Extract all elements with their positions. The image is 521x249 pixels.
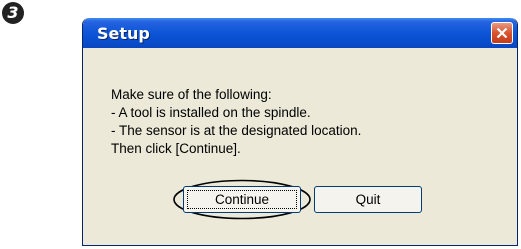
quit-button[interactable]: Quit bbox=[314, 186, 422, 213]
setup-dialog: Setup Make sure of the following: - A to… bbox=[82, 18, 518, 246]
instruction-message: Make sure of the following: - A tool is … bbox=[111, 86, 361, 158]
continue-button[interactable]: Continue bbox=[183, 186, 301, 213]
step-number-badge: 3 bbox=[2, 2, 24, 24]
focus-outline bbox=[187, 190, 297, 209]
close-icon bbox=[496, 27, 508, 39]
message-line: - A tool is installed on the spindle. bbox=[111, 105, 311, 120]
message-line: Make sure of the following: bbox=[111, 87, 272, 102]
close-button[interactable] bbox=[491, 22, 513, 44]
quit-label: Quit bbox=[355, 192, 381, 207]
dialog-title: Setup bbox=[97, 24, 150, 43]
title-bar[interactable]: Setup bbox=[83, 18, 517, 48]
message-line: Then click [Continue]. bbox=[111, 141, 241, 156]
message-line: - The sensor is at the designated locati… bbox=[111, 123, 362, 138]
